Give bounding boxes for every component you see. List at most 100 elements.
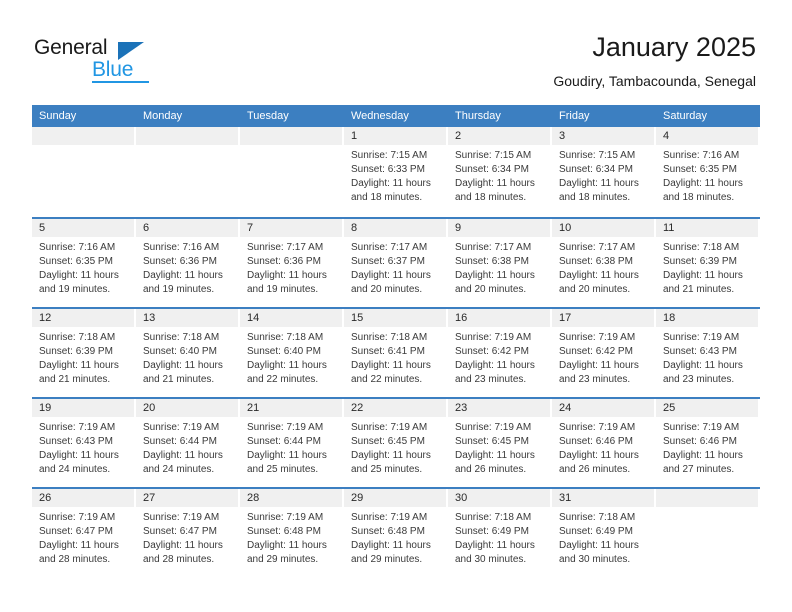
day-detail-lines: Sunrise: 7:19 AM Sunset: 6:44 PM Daylight:…	[240, 417, 342, 477]
calendar-day-cell[interactable]: 28 Sunrise: 7:19 AM Sunset: 6:48 PM Dayligh…	[240, 489, 344, 577]
daylight-text-cont: and 21 minutes.	[663, 284, 735, 295]
daylight-text-cont: and 18 minutes.	[455, 192, 527, 203]
calendar-day-cell[interactable]: 26 Sunrise: 7:19 AM Sunset: 6:47 PM Dayligh…	[32, 489, 136, 577]
daylight-text: Daylight: 11 hours	[39, 540, 119, 551]
day-number: 12	[32, 309, 134, 327]
calendar-day-cell[interactable]: 20 Sunrise: 7:19 AM Sunset: 6:44 PM Dayligh…	[136, 399, 240, 487]
sunrise-text: Sunrise: 7:19 AM	[559, 422, 636, 433]
calendar-day-cell[interactable]: 18 Sunrise: 7:19 AM Sunset: 6:43 PM Dayligh…	[656, 309, 760, 397]
calendar-day-cell[interactable]: 6 Sunrise: 7:16 AM Sunset: 6:36 PM Daylight…	[136, 219, 240, 307]
day-number: 21	[240, 399, 342, 417]
daylight-text-cont: and 30 minutes.	[455, 554, 527, 565]
sunset-text: Sunset: 6:38 PM	[559, 256, 633, 267]
calendar-day-cell[interactable]: 27 Sunrise: 7:19 AM Sunset: 6:47 PM Dayligh…	[136, 489, 240, 577]
day-number: 15	[344, 309, 446, 327]
calendar-day-cell[interactable]: 23 Sunrise: 7:19 AM Sunset: 6:45 PM Dayligh…	[448, 399, 552, 487]
sunrise-text: Sunrise: 7:18 AM	[455, 512, 532, 523]
daylight-text: Daylight: 11 hours	[351, 178, 431, 189]
day-number: 1	[344, 127, 446, 145]
day-number: 19	[32, 399, 134, 417]
daylight-text-cont: and 23 minutes.	[663, 374, 735, 385]
daylight-text-cont: and 25 minutes.	[247, 464, 319, 475]
sunrise-text: Sunrise: 7:19 AM	[663, 332, 740, 343]
sunrise-text: Sunrise: 7:17 AM	[351, 242, 428, 253]
day-detail-lines: Sunrise: 7:19 AM Sunset: 6:42 PM Daylight:…	[448, 327, 550, 387]
sunset-text: Sunset: 6:48 PM	[247, 526, 321, 537]
calendar-day-cell[interactable]: 3 Sunrise: 7:15 AM Sunset: 6:34 PM Daylight…	[552, 127, 656, 217]
page-title: January 2025	[592, 32, 756, 62]
calendar-grid: Sunday Monday Tuesday Wednesday Thursday Frid…	[32, 105, 760, 577]
day-detail-lines: Sunrise: 7:16 AM Sunset: 6:35 PM Daylight:…	[32, 237, 134, 297]
day-number	[136, 127, 238, 145]
sunset-text: Sunset: 6:42 PM	[559, 346, 633, 357]
calendar-day-cell[interactable]: 31 Sunrise: 7:18 AM Sunset: 6:49 PM Dayligh…	[552, 489, 656, 577]
daylight-text: Daylight: 11 hours	[663, 270, 743, 281]
day-number: 4	[656, 127, 758, 145]
calendar-day-cell[interactable]: 16 Sunrise: 7:19 AM Sunset: 6:42 PM Dayligh…	[448, 309, 552, 397]
calendar-day-inner: 18 Sunrise: 7:19 AM Sunset: 6:43 PM Dayligh…	[656, 309, 758, 397]
day-number: 16	[448, 309, 550, 327]
calendar-day-inner: 2 Sunrise: 7:15 AM Sunset: 6:34 PM Daylight…	[448, 127, 550, 215]
calendar-day-cell[interactable]: 1 Sunrise: 7:15 AM Sunset: 6:33 PM Daylight…	[344, 127, 448, 217]
calendar-week-row: 19 Sunrise: 7:19 AM Sunset: 6:43 PM Dayligh…	[32, 397, 760, 487]
calendar-day-cell[interactable]: 2 Sunrise: 7:15 AM Sunset: 6:34 PM Daylight…	[448, 127, 552, 217]
day-of-week-friday: Friday	[559, 110, 590, 122]
calendar-day-cell[interactable]: 9 Sunrise: 7:17 AM Sunset: 6:38 PM Daylight…	[448, 219, 552, 307]
day-detail-lines: Sunrise: 7:16 AM Sunset: 6:35 PM Daylight:…	[656, 145, 758, 205]
calendar-day-cell[interactable]: 12 Sunrise: 7:18 AM Sunset: 6:39 PM Dayligh…	[32, 309, 136, 397]
daylight-text: Daylight: 11 hours	[455, 540, 535, 551]
day-detail-lines: Sunrise: 7:19 AM Sunset: 6:48 PM Daylight:…	[344, 507, 446, 567]
calendar-day-cell[interactable]: 7 Sunrise: 7:17 AM Sunset: 6:36 PM Daylight…	[240, 219, 344, 307]
day-of-week-wednesday: Wednesday	[351, 110, 409, 122]
calendar-day-cell[interactable]: 24 Sunrise: 7:19 AM Sunset: 6:46 PM Dayligh…	[552, 399, 656, 487]
day-detail-lines: Sunrise: 7:19 AM Sunset: 6:48 PM Daylight:…	[240, 507, 342, 567]
sunrise-text: Sunrise: 7:18 AM	[559, 512, 636, 523]
calendar-day-inner	[32, 127, 134, 215]
day-number	[656, 489, 758, 507]
sunrise-text: Sunrise: 7:19 AM	[247, 512, 324, 523]
day-number: 14	[240, 309, 342, 327]
daylight-text-cont: and 23 minutes.	[455, 374, 527, 385]
general-blue-logo[interactable]: General Blue	[34, 36, 164, 84]
day-detail-lines: Sunrise: 7:17 AM Sunset: 6:37 PM Daylight:…	[344, 237, 446, 297]
calendar-day-cell[interactable]: 30 Sunrise: 7:18 AM Sunset: 6:49 PM Dayligh…	[448, 489, 552, 577]
sunset-text: Sunset: 6:34 PM	[559, 164, 633, 175]
sunrise-text: Sunrise: 7:19 AM	[143, 422, 220, 433]
calendar-day-cell[interactable]: 14 Sunrise: 7:18 AM Sunset: 6:40 PM Dayligh…	[240, 309, 344, 397]
day-number: 30	[448, 489, 550, 507]
calendar-day-cell[interactable]: 11 Sunrise: 7:18 AM Sunset: 6:39 PM Dayligh…	[656, 219, 760, 307]
calendar-page: General Blue January 2025 Goudiry, Tamba…	[0, 0, 792, 612]
calendar-day-cell[interactable]: 4 Sunrise: 7:16 AM Sunset: 6:35 PM Daylight…	[656, 127, 760, 217]
calendar-day-inner: 9 Sunrise: 7:17 AM Sunset: 6:38 PM Daylight…	[448, 219, 550, 307]
sunset-text: Sunset: 6:43 PM	[663, 346, 737, 357]
calendar-day-cell[interactable]: 15 Sunrise: 7:18 AM Sunset: 6:41 PM Dayligh…	[344, 309, 448, 397]
sunset-text: Sunset: 6:47 PM	[143, 526, 217, 537]
daylight-text: Daylight: 11 hours	[143, 450, 223, 461]
calendar-day-cell[interactable]: 21 Sunrise: 7:19 AM Sunset: 6:44 PM Dayligh…	[240, 399, 344, 487]
calendar-day-cell[interactable]: 8 Sunrise: 7:17 AM Sunset: 6:37 PM Daylight…	[344, 219, 448, 307]
calendar-day-cell[interactable]: 19 Sunrise: 7:19 AM Sunset: 6:43 PM Dayligh…	[32, 399, 136, 487]
daylight-text-cont: and 24 minutes.	[143, 464, 215, 475]
daylight-text-cont: and 19 minutes.	[39, 284, 111, 295]
day-detail-lines: Sunrise: 7:19 AM Sunset: 6:45 PM Daylight:…	[448, 417, 550, 477]
daylight-text-cont: and 30 minutes.	[559, 554, 631, 565]
daylight-text-cont: and 26 minutes.	[559, 464, 631, 475]
sunset-text: Sunset: 6:40 PM	[247, 346, 321, 357]
sunset-text: Sunset: 6:34 PM	[455, 164, 529, 175]
calendar-day-inner: 28 Sunrise: 7:19 AM Sunset: 6:48 PM Dayligh…	[240, 489, 342, 577]
calendar-day-cell[interactable]: 29 Sunrise: 7:19 AM Sunset: 6:48 PM Dayligh…	[344, 489, 448, 577]
calendar-day-cell[interactable]: 13 Sunrise: 7:18 AM Sunset: 6:40 PM Dayligh…	[136, 309, 240, 397]
calendar-day-cell[interactable]: 22 Sunrise: 7:19 AM Sunset: 6:45 PM Dayligh…	[344, 399, 448, 487]
sunset-text: Sunset: 6:38 PM	[455, 256, 529, 267]
day-of-week-header-row: Sunday Monday Tuesday Wednesday Thursday Frid…	[32, 105, 760, 127]
calendar-day-cell[interactable]: 25 Sunrise: 7:19 AM Sunset: 6:46 PM Dayligh…	[656, 399, 760, 487]
calendar-day-cell[interactable]: 10 Sunrise: 7:17 AM Sunset: 6:38 PM Dayligh…	[552, 219, 656, 307]
daylight-text: Daylight: 11 hours	[247, 540, 327, 551]
day-detail-lines: Sunrise: 7:18 AM Sunset: 6:41 PM Daylight:…	[344, 327, 446, 387]
calendar-day-cell[interactable]: 5 Sunrise: 7:16 AM Sunset: 6:35 PM Daylight…	[32, 219, 136, 307]
daylight-text: Daylight: 11 hours	[455, 270, 535, 281]
calendar-day-inner: 30 Sunrise: 7:18 AM Sunset: 6:49 PM Dayligh…	[448, 489, 550, 577]
daylight-text: Daylight: 11 hours	[351, 360, 431, 371]
day-detail-lines: Sunrise: 7:19 AM Sunset: 6:42 PM Daylight:…	[552, 327, 654, 387]
calendar-day-cell[interactable]: 17 Sunrise: 7:19 AM Sunset: 6:42 PM Dayligh…	[552, 309, 656, 397]
